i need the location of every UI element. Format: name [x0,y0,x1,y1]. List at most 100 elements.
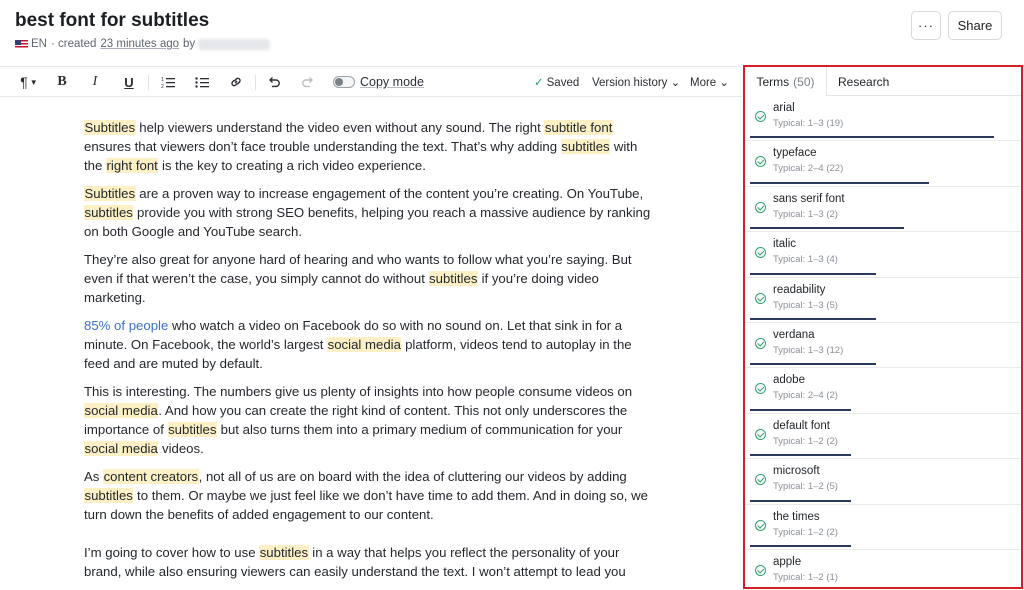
underline-button[interactable]: U [121,73,137,91]
term-progress-bar [750,317,876,320]
bold-button[interactable]: B [54,73,70,91]
check-circle-icon [755,383,766,395]
paragraph[interactable]: Subtitles help viewers understand the vi… [84,119,659,176]
editor-area[interactable]: Subtitles help viewers understand the vi… [0,97,742,590]
check-circle-icon [755,292,766,304]
paragraph[interactable]: 85% of people who watch a video on Faceb… [84,317,659,374]
term-item[interactable]: arial Typical: 1–3 (19) [745,96,1021,142]
highlighted-term: Subtitles [84,120,136,135]
term-item[interactable]: sans serif font Typical: 1–3 (2) [745,187,1021,233]
check-circle-icon [755,201,766,213]
chevron-down-icon: ▼ [29,77,38,87]
saved-label: Saved [546,77,580,89]
text-link[interactable]: 85% of people [84,318,168,333]
highlighted-term: subtitles [259,545,309,561]
term-progress-bar [750,544,851,547]
text-run: , not all of us are on board with the id… [198,469,627,485]
insert-link-button[interactable] [227,73,245,91]
check-circle-icon [755,474,766,486]
text-run: provide you with strong SEO benefits, he… [84,205,651,239]
term-item[interactable]: default font Typical: 1–2 (2) [745,414,1021,460]
undo-button[interactable] [265,73,283,91]
created-time: 23 minutes ago [100,38,180,50]
term-item[interactable]: microsoft Typical: 1–2 (5) [745,459,1021,505]
text-run: As [84,469,104,485]
term-typical: Typical: 1–2 (2) [773,526,838,538]
paragraph[interactable]: They’re also great for anyone hard of he… [84,251,659,308]
term-item[interactable]: italic Typical: 1–3 (4) [745,232,1021,278]
term-typical: Typical: 1–3 (4) [773,254,838,266]
term-progress-bar [750,227,904,230]
copy-mode-toggle[interactable] [333,76,355,88]
document-header: best font for subtitles EN · created 23 … [0,0,1024,66]
editor-toolbar: ¶ ▼ B I U 12 Copy mode ✓ Saved Version his… [0,66,742,97]
term-progress-bar [750,272,876,275]
more-options-button[interactable]: ··· [911,11,941,40]
undo-icon [269,77,280,88]
term-typical: Typical: 1–2 (1) [773,571,838,583]
terms-list: arial Typical: 1–3 (19) typeface Typical: 2… [745,96,1021,587]
checkmark-icon: ✓ [534,77,544,89]
term-progress-bar [750,499,851,502]
term-name: the times [773,510,820,523]
highlighted-term: social media [84,403,159,419]
redo-icon [302,77,313,88]
term-item[interactable]: verdana Typical: 1–3 (12) [745,323,1021,369]
highlighted-term: content creators [103,469,199,485]
highlighted-term: subtitles [428,271,478,287]
paragraph[interactable]: This is interesting. The numbers give us… [84,383,659,459]
version-history-dropdown[interactable]: Version history ⌄ [592,75,680,89]
more-dropdown[interactable]: More ⌄ [690,75,729,89]
term-name: typeface [773,147,817,160]
text-run: is the key to creating a rich video expe… [158,157,426,173]
term-typical: Typical: 2–4 (2) [773,390,838,402]
highlighted-term: subtitles [84,205,134,221]
share-button[interactable]: Share [948,11,1002,40]
term-name: apple [773,555,802,568]
term-item[interactable]: apple Typical: 1–2 (1) [745,550,1021,587]
language-label[interactable]: EN [31,38,47,50]
check-circle-icon [755,564,766,576]
term-item[interactable]: typeface Typical: 2–4 (22) [745,141,1021,187]
term-item[interactable]: the times Typical: 1–2 (2) [745,505,1021,550]
highlighted-term: subtitle font [544,120,613,135]
term-item[interactable]: readability Typical: 1–3 (5) [745,278,1021,323]
link-icon [231,77,241,87]
term-typical: Typical: 1–3 (12) [773,344,844,356]
term-progress-bar [750,136,994,139]
italic-button[interactable]: I [87,73,103,91]
document-title[interactable]: best font for subtitles [15,10,209,32]
highlighted-term: right font [106,157,159,173]
text-run: This is interesting. The numbers give us… [84,384,633,400]
term-progress-bar [750,181,929,184]
term-typical: Typical: 1–3 (19) [773,118,844,129]
svg-text:2: 2 [161,84,164,89]
panel-tabs: Terms (50) Research [745,67,1021,96]
highlighted-term: social media [84,441,159,457]
copy-mode-label[interactable]: Copy mode [360,75,424,89]
editor-content[interactable]: Subtitles help viewers understand the vi… [84,119,659,590]
term-item[interactable]: adobe Typical: 2–4 (2) [745,368,1021,414]
paragraph[interactable]: As content creators, not all of us are o… [84,468,659,525]
check-circle-icon [755,247,766,259]
highlighted-term: social media [327,337,402,353]
tab-research[interactable]: Research [838,75,889,89]
numbered-list-button[interactable]: 12 [159,73,177,91]
highlighted-term: subtitles [560,138,611,154]
term-typical: Typical: 1–2 (5) [773,481,838,493]
paragraph[interactable]: I’m going to cover how to use subtitles … [84,544,659,582]
term-name: arial [773,102,795,114]
text-run: are a proven way to increase engagement … [135,186,644,202]
tab-terms[interactable]: Terms (50) [745,67,827,96]
author-name-redacted [198,38,271,50]
term-typical: Typical: 1–2 (2) [773,435,838,447]
highlighted-term: subtitles [84,488,134,504]
bullet-list-button[interactable] [193,73,211,91]
text-run: but also turns them into a primary mediu… [216,422,623,438]
created-by-label: by [183,38,196,50]
redo-button[interactable] [299,73,317,91]
check-circle-icon [755,111,766,122]
svg-text:1: 1 [161,77,164,83]
paragraph-style-dropdown[interactable]: ¶ ▼ [16,73,42,91]
paragraph[interactable]: Subtitles are a proven way to increase e… [84,185,659,242]
